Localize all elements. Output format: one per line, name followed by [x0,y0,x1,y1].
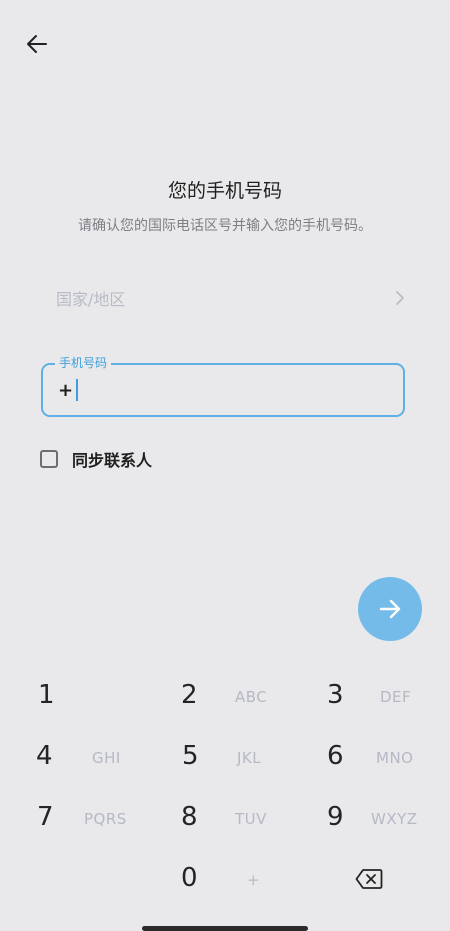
key-letters: GHI [92,749,121,767]
key-9[interactable]: 9 WXYZ [320,790,450,846]
phone-input-value: + [58,379,74,401]
text-caret [76,379,79,401]
key-digit: 5 [182,741,199,771]
page-title: 您的手机号码 [167,180,282,202]
key-6[interactable]: 6 MNO [320,729,450,785]
key-5[interactable]: 5 JKL [175,729,315,785]
key-digit: 0 [181,863,198,893]
key-7[interactable]: 7 PQRS [30,790,170,846]
phone-number-field[interactable]: 手机号码 + [41,354,405,417]
key-letters: TUV [235,810,267,828]
country-selector[interactable]: 国家/地区 [44,280,406,316]
key-0[interactable]: 0 + [175,851,315,907]
chevron-right-icon [396,291,404,305]
key-digit: 9 [327,802,344,832]
next-button[interactable] [358,577,422,641]
page-subtitle: 请确认您的国际电话区号并输入您的手机号码。 [78,218,372,234]
key-letters: WXYZ [371,810,418,828]
back-button[interactable] [22,30,52,58]
key-digit: 7 [37,802,54,832]
key-letters: JKL [237,749,262,767]
key-digit: 4 [36,741,53,771]
key-8[interactable]: 8 TUV [175,790,315,846]
sync-contacts-checkbox[interactable] [40,450,58,468]
key-digit: 3 [327,680,344,710]
key-letters: + [247,871,261,889]
key-letters: DEF [380,688,412,706]
key-letters: ABC [235,688,268,706]
numeric-keypad: 1 2 ABC 3 DEF 4 GHI 5 JKL 6 MNO 7 PQRS 8… [0,668,450,912]
key-digit: 2 [181,680,198,710]
sync-contacts-label: 同步联系人 [72,451,153,470]
backspace-key[interactable] [320,851,450,907]
phone-field-label: 手机号码 [55,354,112,372]
key-digit: 6 [327,741,344,771]
key-digit: 1 [38,680,55,710]
key-2[interactable]: 2 ABC [175,668,315,724]
backspace-icon [355,869,383,889]
country-label: 国家/地区 [56,290,126,309]
phone-input[interactable]: + [58,379,79,401]
arrow-right-icon [379,599,401,619]
arrow-left-icon [27,35,47,53]
key-letters: PQRS [84,810,127,828]
key-1[interactable]: 1 [30,668,170,724]
key-4[interactable]: 4 GHI [30,729,170,785]
key-3[interactable]: 3 DEF [320,668,450,724]
home-indicator [142,926,308,931]
key-digit: 8 [181,802,198,832]
sync-contacts-toggle[interactable]: 同步联系人 [40,447,152,471]
key-letters: MNO [376,749,414,767]
